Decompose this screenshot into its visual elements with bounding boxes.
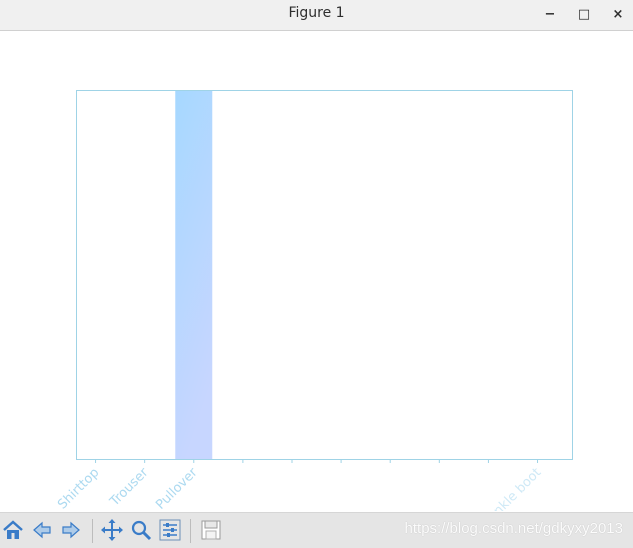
home-button[interactable] bbox=[0, 516, 26, 544]
watermark-text: https://blog.csdn.net/gdkyxy2013 bbox=[404, 520, 623, 537]
axes-frame bbox=[76, 90, 573, 460]
window-titlebar[interactable]: Figure 1 − □ × bbox=[0, 0, 633, 31]
toolbar-separator bbox=[190, 519, 191, 543]
bar bbox=[175, 90, 213, 459]
figure-canvas[interactable]: Shirttop Trouser Pullover Ankle boot bbox=[0, 31, 633, 511]
close-button[interactable]: × bbox=[607, 4, 629, 24]
subplots-icon bbox=[159, 519, 181, 541]
x-tick-label: Shirttop bbox=[55, 465, 102, 511]
forward-icon bbox=[62, 521, 80, 539]
forward-button[interactable] bbox=[58, 516, 84, 544]
back-icon bbox=[33, 521, 51, 539]
pan-icon bbox=[101, 519, 123, 541]
back-button[interactable] bbox=[29, 516, 55, 544]
home-icon bbox=[3, 520, 23, 539]
bar-chart: Shirttop Trouser Pullover Ankle boot bbox=[55, 90, 573, 511]
minimize-button[interactable]: − bbox=[539, 4, 561, 24]
zoom-button[interactable] bbox=[128, 516, 154, 544]
save-icon bbox=[201, 520, 221, 540]
pan-button[interactable] bbox=[99, 516, 125, 544]
x-tick-label: Ankle boot bbox=[484, 465, 544, 511]
x-tick-label: Trouser bbox=[107, 465, 152, 510]
toolbar-separator bbox=[92, 519, 93, 543]
x-tick-label: Pullover bbox=[153, 465, 201, 511]
save-button[interactable] bbox=[198, 516, 224, 544]
subplots-button[interactable] bbox=[157, 516, 183, 544]
zoom-icon bbox=[131, 520, 152, 541]
maximize-button[interactable]: □ bbox=[573, 4, 595, 24]
